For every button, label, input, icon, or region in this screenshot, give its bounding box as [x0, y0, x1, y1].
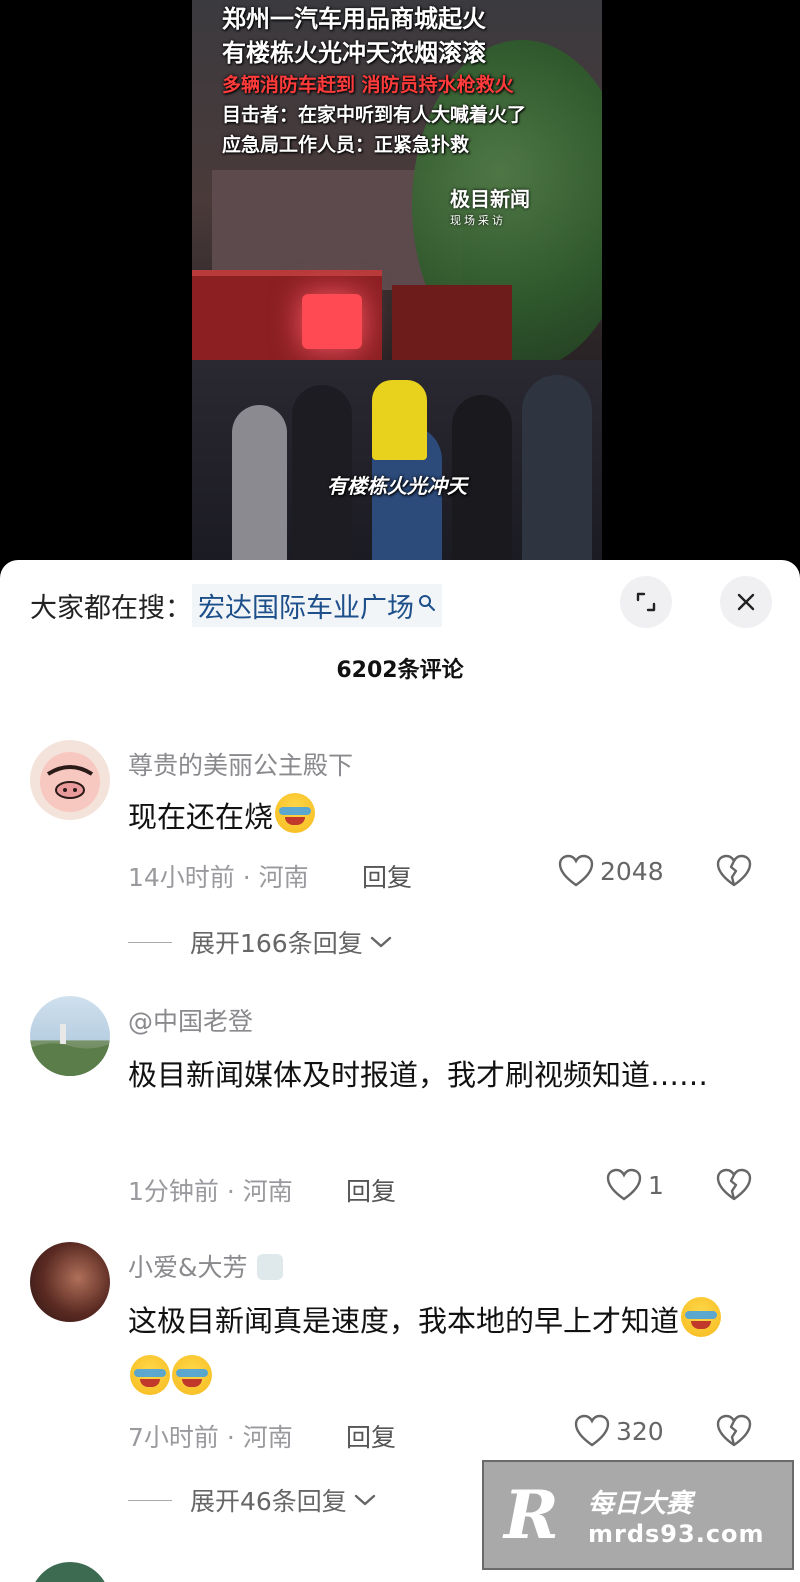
video-frame[interactable]: 郑州一汽车用品商城起火 有楼栋火光冲天浓烟滚滚 多辆消防车赶到 消防员持水枪救火…	[192, 0, 602, 575]
like-button[interactable]: 2048	[558, 854, 664, 888]
expand-replies-button[interactable]: 展开166条回复	[128, 924, 393, 960]
broken-heart-icon	[716, 1414, 752, 1447]
headline-line-1: 郑州一汽车用品商城起火	[222, 5, 486, 33]
comment-time-location: 7小时前 · 河南	[128, 1423, 293, 1452]
chef-badge-icon	[257, 1254, 284, 1280]
watermark-text: 每日大赛 mrds93.com	[588, 1483, 765, 1548]
avatar[interactable]	[30, 1242, 110, 1322]
dislike-button[interactable]	[716, 854, 752, 892]
search-icon[interactable]	[418, 594, 436, 617]
comment-sheet: 大家都在搜： 宏达国际车业广场 6202条评论 尊贵的美丽公主殿下 现在还在烧 …	[0, 560, 800, 1582]
trending-search-term[interactable]: 宏达国际车业广场	[192, 583, 442, 627]
reply-button[interactable]: 回复	[346, 1172, 396, 1208]
expand-replies-button[interactable]: 展开46条回复	[128, 1482, 377, 1518]
like-count: 320	[616, 1416, 664, 1446]
divider-line	[128, 1499, 172, 1501]
trending-search: 大家都在搜： 宏达国际车业广场	[30, 582, 442, 628]
like-button[interactable]: 320	[574, 1414, 664, 1448]
headline-line-2: 有楼栋火光冲天浓烟滚滚	[222, 39, 486, 67]
video-fire-truck-2	[392, 285, 512, 370]
laughing-crying-face-icon	[681, 1297, 722, 1337]
fullscreen-button[interactable]	[620, 576, 672, 628]
trending-search-term-text[interactable]: 宏达国际车业广场	[198, 586, 414, 625]
watermark-logo-icon: R	[504, 1476, 559, 1554]
headline-line-3: 多辆消防车赶到 消防员持水枪救火	[222, 74, 514, 96]
broken-heart-icon	[716, 854, 752, 887]
comment-text: 极目新闻媒体及时报道，我才刷视频知道……	[128, 1058, 709, 1092]
watermark-name: 每日大赛	[588, 1488, 693, 1519]
laughing-crying-face-icon	[172, 1355, 212, 1395]
headline-line-4: 目击者：在家中听到有人大喊着火了	[222, 104, 527, 126]
avatar[interactable]	[30, 740, 110, 820]
video-fire-truck	[192, 270, 382, 370]
video-player[interactable]: 郑州一汽车用品商城起火 有楼栋火光冲天浓烟滚滚 多辆消防车赶到 消防员持水枪救火…	[0, 0, 800, 575]
reply-button[interactable]: 回复	[346, 1418, 396, 1454]
comment-time-location: 1分钟前 · 河南	[128, 1177, 293, 1206]
video-firefighter	[372, 380, 427, 460]
comment-username[interactable]: 尊贵的美丽公主殿下	[128, 746, 353, 782]
news-logo-brand: 极目新闻	[450, 187, 530, 211]
expand-replies-label[interactable]: 展开166条回复	[190, 924, 363, 960]
watermark: R 每日大赛 mrds93.com	[482, 1460, 794, 1570]
heart-icon	[558, 854, 594, 887]
reply-button[interactable]: 回复	[362, 858, 412, 894]
comment-text: 这极目新闻真是速度，我本地的早上才知道	[128, 1292, 748, 1408]
news-logo: 极目新闻 现场采访	[450, 183, 530, 228]
dislike-button[interactable]	[716, 1168, 752, 1206]
expand-replies-label[interactable]: 展开46条回复	[190, 1482, 347, 1518]
like-button[interactable]: 1	[606, 1168, 664, 1202]
close-button[interactable]	[720, 576, 772, 628]
avatar[interactable]	[30, 996, 110, 1076]
comment-username[interactable]: @中国老登	[128, 1002, 253, 1038]
like-count: 1	[648, 1170, 664, 1200]
dislike-button[interactable]	[716, 1414, 752, 1452]
broken-heart-icon	[716, 1168, 752, 1201]
heart-icon	[574, 1414, 610, 1447]
close-icon	[737, 593, 755, 611]
expand-icon	[636, 592, 656, 612]
comment-text-content: 这极目新闻真是速度，我本地的早上才知道	[128, 1304, 680, 1338]
headline-line-5: 应急局工作人员：正紧急扑救	[222, 134, 470, 156]
comment-username[interactable]: 小爱&大芳	[128, 1248, 284, 1284]
crying-face-icon	[275, 793, 316, 833]
news-logo-sub: 现场采访	[450, 214, 506, 227]
laughing-crying-face-icon	[130, 1355, 170, 1395]
like-count: 2048	[600, 856, 664, 886]
comment-text: 现在还在烧	[128, 788, 748, 846]
comment-time-location: 14小时前 · 河南	[128, 863, 309, 892]
heart-icon	[606, 1168, 642, 1201]
trending-search-label: 大家都在搜：	[30, 592, 192, 624]
video-headline: 郑州一汽车用品商城起火 有楼栋火光冲天浓烟滚滚 多辆消防车赶到 消防员持水枪救火…	[222, 2, 582, 160]
video-caption: 有楼栋火光冲天	[327, 474, 467, 498]
chevron-down-icon	[370, 936, 391, 948]
chevron-down-icon	[354, 1494, 376, 1506]
comment-count: 6202条评论	[336, 658, 464, 683]
watermark-url: mrds93.com	[588, 1519, 765, 1548]
comment-username-text[interactable]: 小爱&大芳	[128, 1253, 248, 1282]
divider-line	[128, 941, 172, 943]
comment-text-content: 现在还在烧	[128, 800, 274, 834]
